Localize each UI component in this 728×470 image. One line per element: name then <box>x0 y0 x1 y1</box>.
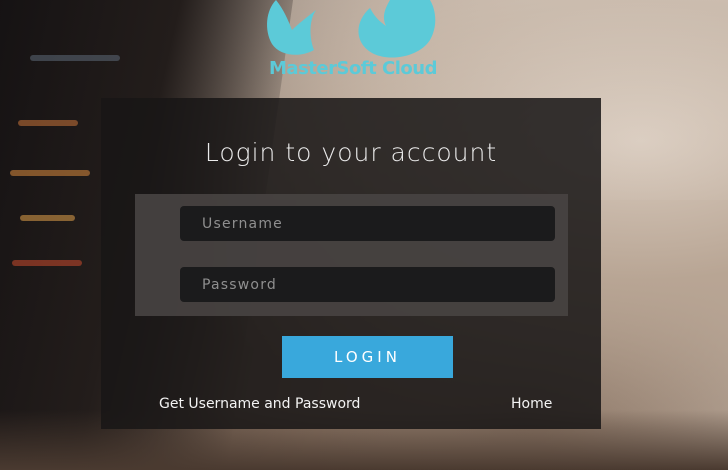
credentials-box <box>135 194 568 316</box>
brand-logo: MasterSoft Cloud <box>258 0 448 86</box>
background-screen-glow <box>12 260 82 266</box>
background-screen-glow <box>30 55 120 61</box>
login-title: Login to your account <box>204 138 498 167</box>
login-panel: Login to your account LOGIN Get Username… <box>101 98 601 429</box>
password-input[interactable] <box>180 267 555 302</box>
cloud-logo-icon <box>267 0 436 58</box>
login-button[interactable]: LOGIN <box>282 336 453 378</box>
background-screen-glow <box>18 120 78 126</box>
username-input[interactable] <box>180 206 555 241</box>
brand-name: MasterSoft Cloud <box>269 58 437 79</box>
background-screen-glow <box>20 215 75 221</box>
home-link[interactable]: Home <box>511 396 552 412</box>
get-credentials-link[interactable]: Get Username and Password <box>159 396 360 412</box>
background-screen-glow <box>10 170 90 176</box>
